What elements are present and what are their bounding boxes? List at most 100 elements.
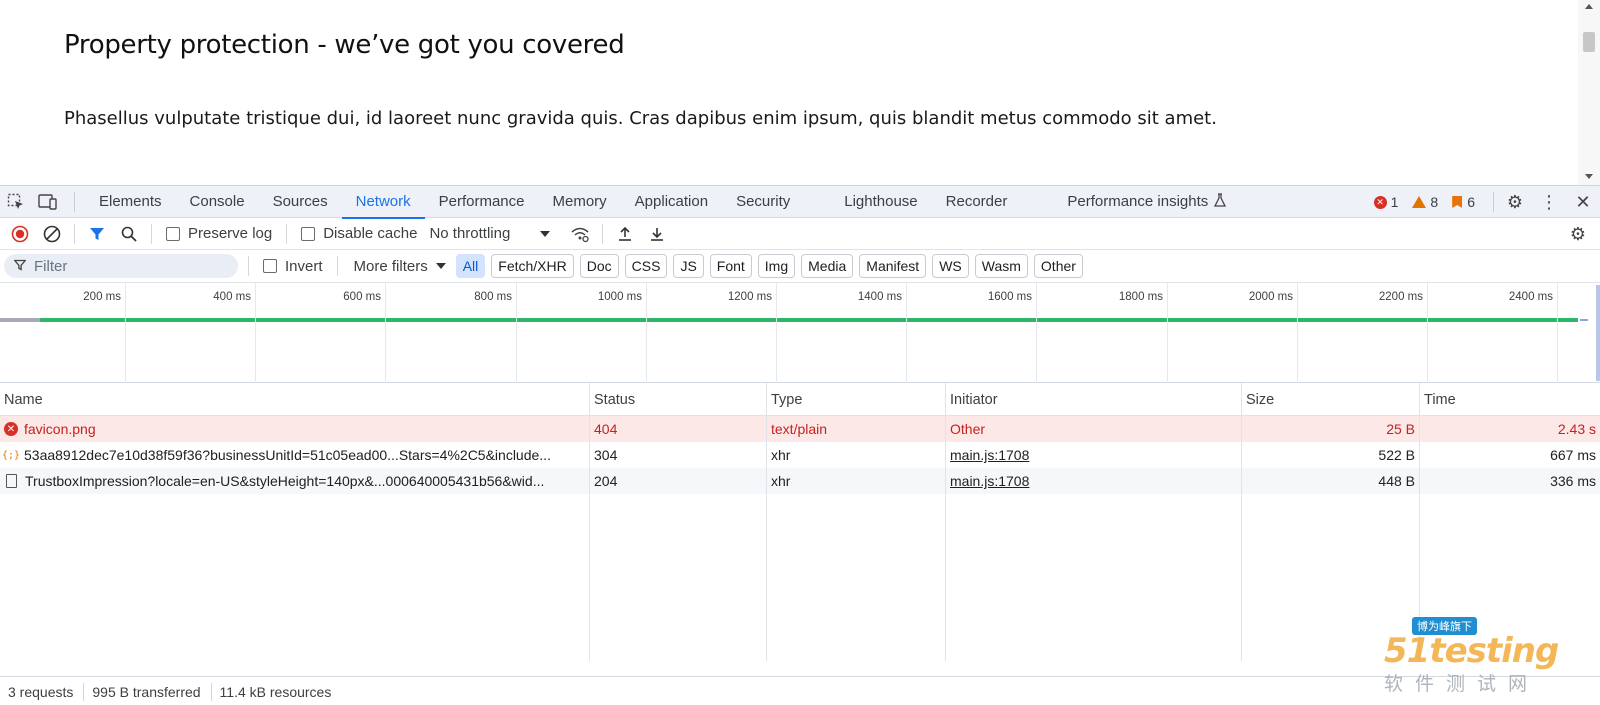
tab-recorder[interactable]: Recorder xyxy=(932,186,1022,218)
cell-name: TrustboxImpression?locale=en-US&styleHei… xyxy=(0,468,590,494)
table-row[interactable]: {;} 53aa8912dec7e10d38f59f36?businessUnit… xyxy=(0,442,1600,468)
tab-performance[interactable]: Performance xyxy=(425,186,539,218)
tab-label: Performance insights xyxy=(1067,193,1209,210)
divider xyxy=(336,256,338,276)
tab-performance-insights[interactable]: Performance insights xyxy=(1053,186,1240,218)
search-icon[interactable] xyxy=(113,219,145,249)
record-stop-icon[interactable] xyxy=(4,219,36,249)
warning-count-badge[interactable]: 8 xyxy=(1412,194,1438,210)
network-statusbar: 3 requests 995 B transferred 11.4 kB res… xyxy=(0,676,1600,705)
cell-initiator[interactable]: main.js:1708 xyxy=(946,442,1242,468)
filter-chip-doc[interactable]: Doc xyxy=(579,254,619,278)
scroll-down-icon[interactable] xyxy=(1585,174,1593,179)
tab-application[interactable]: Application xyxy=(621,186,722,218)
filter-chip-fetch-xhr[interactable]: Fetch/XHR xyxy=(491,254,574,278)
inspect-element-icon[interactable] xyxy=(0,186,32,218)
timeline-gridline xyxy=(516,283,517,383)
timeline-request-bar xyxy=(40,318,1578,322)
filter-chip-ws[interactable]: WS xyxy=(932,254,969,278)
tab-console[interactable]: Console xyxy=(176,186,259,218)
close-devtools-icon[interactable]: ✕ xyxy=(1566,186,1600,218)
timeline-tick-label: 800 ms xyxy=(474,291,512,303)
table-row[interactable]: ✕ favicon.png 404 text/plain Other 25 B 2.43 s xyxy=(0,416,1600,442)
timeline-tick-label: 1600 ms xyxy=(987,291,1032,303)
filter-chip-manifest[interactable]: Manifest xyxy=(859,254,927,278)
tab-label: Recorder xyxy=(945,193,1008,210)
checkbox-box[interactable] xyxy=(263,259,277,273)
network-conditions-icon[interactable] xyxy=(564,219,596,249)
request-count: 3 requests xyxy=(0,682,85,701)
column-header-status[interactable]: Status xyxy=(590,383,767,416)
device-toolbar-icon[interactable] xyxy=(32,186,64,218)
cell-initiator[interactable]: main.js:1708 xyxy=(946,468,1242,494)
disable-cache-checkbox[interactable]: Disable cache xyxy=(301,225,417,242)
cell-initiator-text[interactable]: main.js:1708 xyxy=(950,473,1029,489)
invert-checkbox[interactable]: Invert xyxy=(263,258,323,275)
page-paragraph: Phasellus vulputate tristique dui, id la… xyxy=(64,108,1217,129)
checkbox-box[interactable] xyxy=(301,226,316,241)
cell-initiator-text[interactable]: main.js:1708 xyxy=(950,447,1029,463)
column-header-time[interactable]: Time xyxy=(1420,383,1600,416)
timeline-gridline xyxy=(646,283,647,383)
throttling-select[interactable]: No throttling xyxy=(429,225,551,242)
filter-chip-font[interactable]: Font xyxy=(709,254,752,278)
cell-initiator-text: Other xyxy=(950,421,986,437)
filter-chip-all[interactable]: All xyxy=(455,254,486,278)
more-options-icon[interactable]: ⋮ xyxy=(1532,186,1566,218)
devtools-tabbar: Elements Console Sources Network Performance… xyxy=(0,186,1600,219)
timeline-tick-label: 2200 ms xyxy=(1378,291,1423,303)
tab-sources[interactable]: Sources xyxy=(259,186,342,218)
tab-memory[interactable]: Memory xyxy=(539,186,621,218)
scrollbar-thumb[interactable] xyxy=(1583,32,1595,52)
network-settings-gear-icon[interactable]: ⚙ xyxy=(1562,219,1594,249)
filter-chip-media[interactable]: Media xyxy=(801,254,854,278)
column-header-size[interactable]: Size xyxy=(1242,383,1420,416)
issues-count-badge[interactable]: 6 xyxy=(1452,194,1475,210)
chevron-down-icon xyxy=(435,263,446,269)
column-header-type[interactable]: Type xyxy=(767,383,946,416)
filter-funnel-icon[interactable] xyxy=(81,219,113,249)
cell-initiator: Other xyxy=(946,416,1242,442)
error-count-badge[interactable]: ✕ 1 xyxy=(1373,194,1398,210)
import-har-icon[interactable] xyxy=(609,219,641,249)
table-row[interactable]: TrustboxImpression?locale=en-US&styleHei… xyxy=(0,468,1600,494)
more-filters-dropdown[interactable]: More filters xyxy=(354,258,446,275)
document-icon xyxy=(6,474,17,488)
page-scrollbar[interactable] xyxy=(1578,0,1600,185)
export-har-icon[interactable] xyxy=(641,219,673,249)
cell-type-text: xhr xyxy=(771,447,791,463)
tab-label: Memory xyxy=(552,193,607,210)
tab-elements[interactable]: Elements xyxy=(85,186,176,218)
preserve-log-checkbox[interactable]: Preserve log xyxy=(166,225,272,242)
resources-size: 11.4 kB resources xyxy=(219,683,332,700)
filter-chip-other[interactable]: Other xyxy=(1033,254,1083,278)
filter-chip-wasm[interactable]: Wasm xyxy=(974,254,1028,278)
disable-cache-label: Disable cache xyxy=(323,225,418,242)
column-header-name[interactable]: Name xyxy=(0,383,590,416)
column-divider xyxy=(1419,416,1420,661)
cell-size-text: 448 B xyxy=(1378,473,1415,489)
timeline-tick-label: 2400 ms xyxy=(1508,291,1553,303)
divider xyxy=(286,223,288,244)
settings-gear-icon[interactable]: ⚙ xyxy=(1498,186,1532,218)
timeline-gridline xyxy=(1557,283,1558,383)
cell-size: 25 B xyxy=(1242,416,1420,442)
filter-chip-css[interactable]: CSS xyxy=(624,254,668,278)
filter-chip-img[interactable]: Img xyxy=(757,254,796,278)
column-header-initiator[interactable]: Initiator xyxy=(946,383,1242,416)
timeline-gridline xyxy=(1036,283,1037,383)
tab-security[interactable]: Security xyxy=(722,186,804,218)
scroll-up-icon[interactable] xyxy=(1585,4,1593,9)
cell-size-text: 25 B xyxy=(1386,421,1415,437)
network-overview-timeline[interactable]: 200 ms 400 ms 600 ms 800 ms 1000 ms 1200 ms 14… xyxy=(0,283,1600,383)
tab-network[interactable]: Network xyxy=(341,186,425,219)
tab-lighthouse[interactable]: Lighthouse xyxy=(830,186,931,218)
filter-funnel-icon xyxy=(13,259,27,274)
clear-icon[interactable] xyxy=(36,219,68,249)
filter-chip-js[interactable]: JS xyxy=(673,254,704,278)
checkbox-box[interactable] xyxy=(166,226,180,241)
filter-input[interactable]: Filter xyxy=(4,254,238,278)
tab-label: Sources xyxy=(272,193,328,210)
cell-size-text: 522 B xyxy=(1378,447,1415,463)
timeline-resize-handle[interactable] xyxy=(1596,285,1600,381)
